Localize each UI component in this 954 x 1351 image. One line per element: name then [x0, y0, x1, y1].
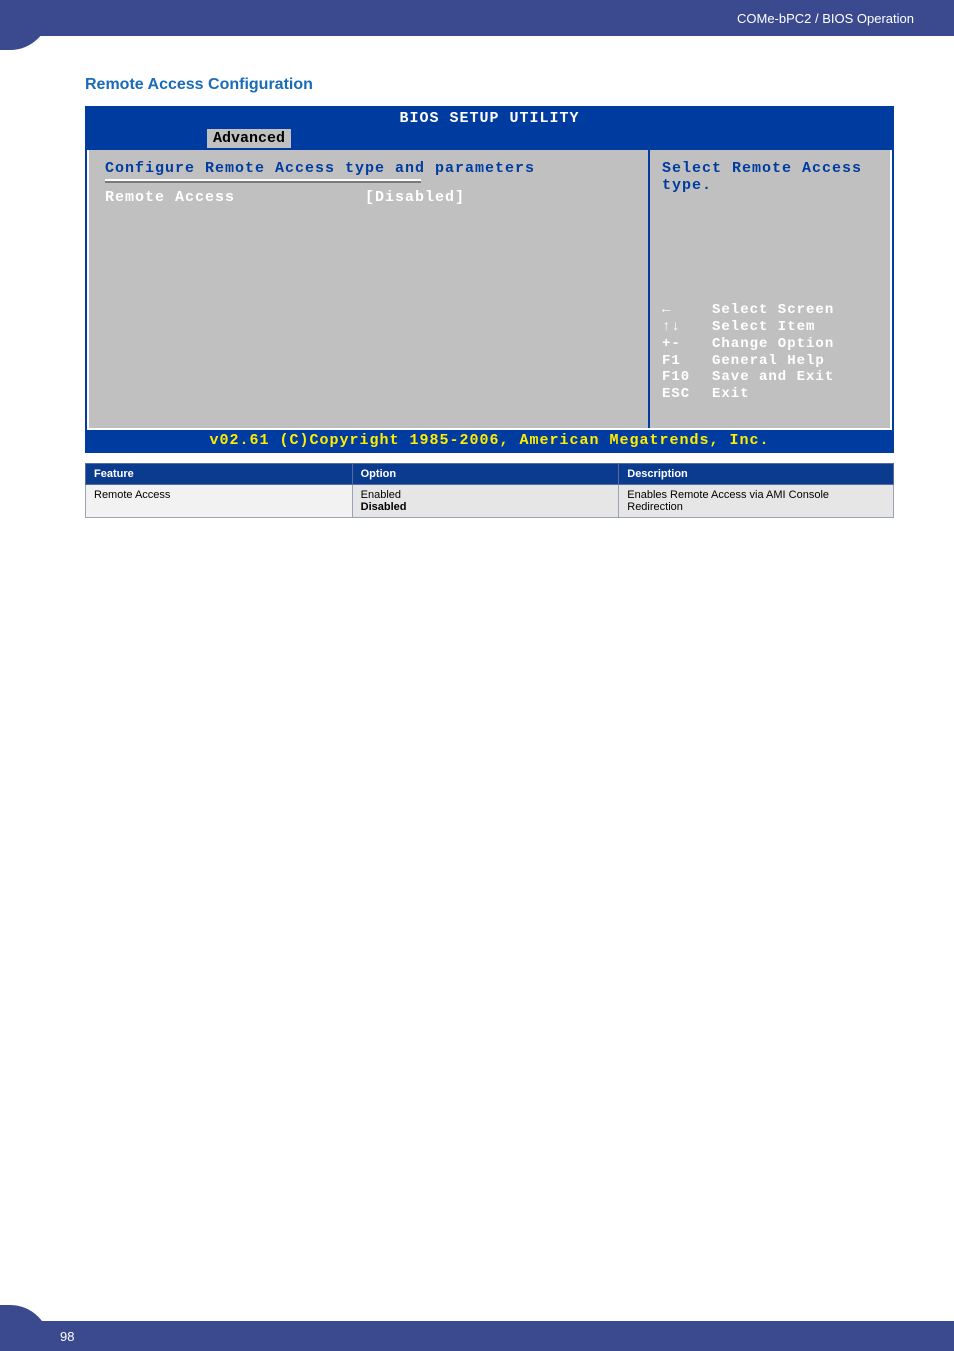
bios-key-sym: F1 — [662, 353, 712, 370]
th-feature: Feature — [86, 464, 353, 485]
option-disabled: Disabled — [361, 501, 611, 513]
bios-key-label: Save and Exit — [712, 369, 834, 386]
page-number: 98 — [60, 1329, 74, 1344]
bios-key-label: General Help — [712, 353, 825, 370]
feature-table: Feature Option Description Remote Access… — [85, 463, 894, 518]
bios-left-panel: Configure Remote Access type and paramet… — [89, 150, 650, 428]
bios-help-text: Select Remote Access type. — [662, 160, 878, 194]
bios-key-sym: +- — [662, 336, 712, 353]
bios-key-label: Select Screen — [712, 302, 834, 319]
bios-key-row: F1 General Help — [662, 353, 878, 370]
bios-help-line1: Select Remote Access — [662, 160, 878, 177]
bios-item-row: Remote Access [Disabled] — [105, 189, 632, 206]
bios-key-sym: ← — [662, 302, 712, 319]
header-bar: COMe-bPC2 / BIOS Operation — [0, 0, 954, 36]
page-content: Remote Access Configuration BIOS SETUP U… — [0, 36, 954, 518]
bios-key-label: Change Option — [712, 336, 834, 353]
table-row: Remote Access Enabled Disabled Enables R… — [86, 485, 894, 518]
bios-right-panel: Select Remote Access type. ← Select Scre… — [650, 150, 890, 428]
bios-menu-bar: Advanced — [87, 129, 892, 150]
bios-key-row: +- Change Option — [662, 336, 878, 353]
bios-menu-advanced: Advanced — [207, 129, 291, 148]
td-feature: Remote Access — [86, 485, 353, 518]
bios-item-label: Remote Access — [105, 189, 365, 206]
footer-bar: 98 — [0, 1321, 954, 1351]
bios-divider — [105, 179, 421, 183]
bios-key-sym: ↑↓ — [662, 319, 712, 336]
bios-key-sym: ESC — [662, 386, 712, 403]
td-option: Enabled Disabled — [352, 485, 619, 518]
th-description: Description — [619, 464, 894, 485]
td-description: Enables Remote Access via AMI Console Re… — [619, 485, 894, 518]
bios-copyright: v02.61 (C)Copyright 1985-2006, American … — [87, 430, 892, 451]
breadcrumb: COMe-bPC2 / BIOS Operation — [737, 11, 914, 26]
bios-key-row: ESC Exit — [662, 386, 878, 403]
bios-left-heading: Configure Remote Access type and paramet… — [105, 160, 632, 177]
th-option: Option — [352, 464, 619, 485]
bios-title: BIOS SETUP UTILITY — [87, 108, 892, 129]
bios-key-row: F10 Save and Exit — [662, 369, 878, 386]
option-enabled: Enabled — [361, 489, 611, 501]
bios-key-row: ← Select Screen — [662, 302, 878, 319]
bios-key-sym: F10 — [662, 369, 712, 386]
table-header-row: Feature Option Description — [86, 464, 894, 485]
bios-body: Configure Remote Access type and paramet… — [87, 150, 892, 430]
bios-item-value: [Disabled] — [365, 189, 465, 206]
section-title: Remote Access Configuration — [85, 76, 894, 94]
bios-key-row: ↑↓ Select Item — [662, 319, 878, 336]
bios-screenshot: BIOS SETUP UTILITY Advanced Configure Re… — [85, 106, 894, 453]
bios-help-line2: type. — [662, 177, 878, 194]
bios-key-label: Select Item — [712, 319, 815, 336]
bios-key-label: Exit — [712, 386, 750, 403]
bios-key-legend: ← Select Screen ↑↓ Select Item +- Change… — [662, 302, 878, 418]
